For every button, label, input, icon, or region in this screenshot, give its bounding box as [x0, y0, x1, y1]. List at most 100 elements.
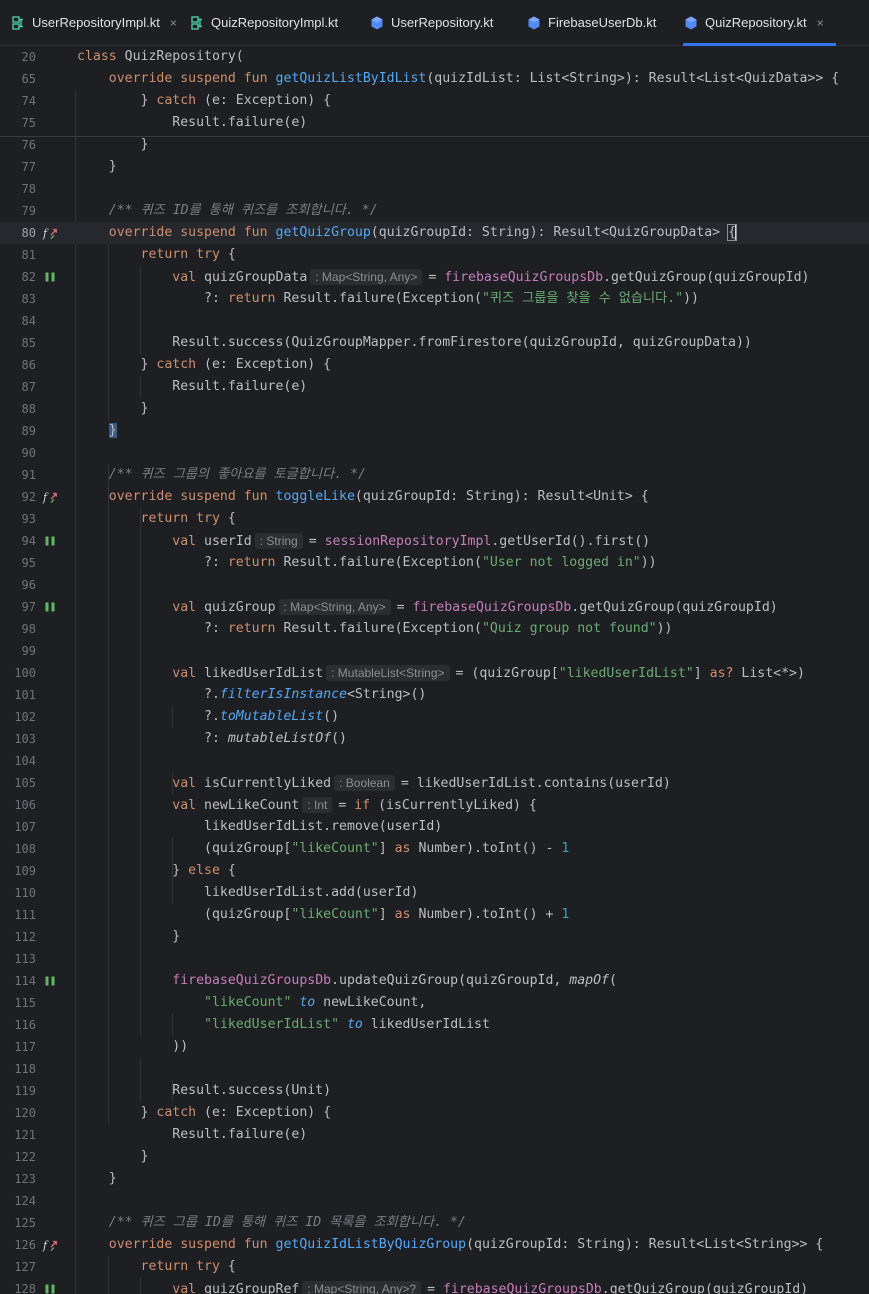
code-line-114[interactable]: 114 firebaseQuizGroupsDb.updateQuizGroup…: [0, 970, 869, 992]
code-line-118[interactable]: 118: [0, 1058, 869, 1080]
override-icon[interactable]: f: [42, 222, 58, 244]
code-line-76[interactable]: 76 }: [0, 134, 869, 156]
code-line-65[interactable]: 65 override suspend fun getQuizListByIdL…: [0, 68, 869, 90]
code-line-111[interactable]: 111 (quizGroup["likeCount"] as Number).t…: [0, 904, 869, 926]
code-token: "likedUserIdList": [558, 666, 694, 681]
line-number: 89: [21, 424, 36, 438]
code-line-89[interactable]: 89 }: [0, 420, 869, 442]
code-token: = (quizGroup[: [455, 666, 559, 681]
code-line-106[interactable]: 106 val newLikeCount: Int = if (isCurrent…: [0, 794, 869, 816]
code-line-91[interactable]: 91 /** 퀴즈 그룹의 좋아요를 토글합니다. */: [0, 464, 869, 486]
code-text: class QuizRepository(: [77, 46, 244, 68]
code-line-81[interactable]: 81 return try {: [0, 244, 869, 266]
code-line-107[interactable]: 107 likedUserIdList.remove(userId): [0, 816, 869, 838]
suspend-call-icon[interactable]: [42, 596, 58, 618]
code-line-100[interactable]: 100 val likedUserIdList: MutableList<Str…: [0, 662, 869, 684]
code-line-122[interactable]: 122 }: [0, 1146, 869, 1168]
code-line-109[interactable]: 109 } else {: [0, 860, 869, 882]
code-line-104[interactable]: 104: [0, 750, 869, 772]
code-text: override suspend fun getQuizGroup(quizGr…: [77, 222, 738, 244]
code-line-128[interactable]: 128 val quizGroupRef: Map<String, Any>? =…: [0, 1278, 869, 1294]
svg-text:f: f: [42, 227, 49, 240]
code-line-121[interactable]: 121 Result.failure(e): [0, 1124, 869, 1146]
code-token: {: [227, 863, 236, 878]
code-line-95[interactable]: 95 ?: return Result.failure(Exception("U…: [0, 552, 869, 574]
code-line-92[interactable]: 92 f override suspend fun toggleLike(quiz…: [0, 486, 869, 508]
override-icon[interactable]: f: [42, 1234, 58, 1256]
code-line-124[interactable]: 124: [0, 1190, 869, 1212]
line-number: 83: [21, 292, 36, 306]
code-line-127[interactable]: 127 return try {: [0, 1256, 869, 1278]
code-line-108[interactable]: 108 (quizGroup["likeCount"] as Number).t…: [0, 838, 869, 860]
code-line-93[interactable]: 93 return try {: [0, 508, 869, 530]
code-line-125[interactable]: 125 /** 퀴즈 그룹 ID를 통해 퀴즈 ID 목록을 조회합니다. */: [0, 1212, 869, 1234]
code-line-80[interactable]: 80 f override suspend fun getQuizGroup(qu…: [0, 222, 869, 244]
suspend-call-icon[interactable]: [42, 266, 58, 288]
code-text: ?: return Result.failure(Exception("Quiz…: [77, 618, 672, 640]
code-line-83[interactable]: 83 ?: return Result.failure(Exception("퀴…: [0, 288, 869, 310]
code-line-110[interactable]: 110 likedUserIdList.add(userId): [0, 882, 869, 904]
code-line-88[interactable]: 88 }: [0, 398, 869, 420]
gutter-cell: [42, 1036, 58, 1058]
code-line-113[interactable]: 113: [0, 948, 869, 970]
code-line-123[interactable]: 123 }: [0, 1168, 869, 1190]
code-line-87[interactable]: 87 Result.failure(e): [0, 376, 869, 398]
code-line-97[interactable]: 97 val quizGroup: Map<String, Any> = fire…: [0, 596, 869, 618]
code-token: as: [394, 907, 419, 922]
code-line-117[interactable]: 117 )): [0, 1036, 869, 1058]
code-line-105[interactable]: 105 val isCurrentlyLiked: Boolean = liked…: [0, 772, 869, 794]
code-line-120[interactable]: 120 } catch (e: Exception) {: [0, 1102, 869, 1124]
code-editor[interactable]: 20 class QuizRepository(65 override suspe…: [0, 46, 869, 1294]
code-line-78[interactable]: 78: [0, 178, 869, 200]
gutter-cell: [42, 1212, 58, 1234]
code-line-101[interactable]: 101 ?.filterIsInstance<String>(): [0, 684, 869, 706]
close-icon[interactable]: ×: [817, 16, 824, 30]
code-line-77[interactable]: 77 }: [0, 156, 869, 178]
code-line-102[interactable]: 102 ?.toMutableList(): [0, 706, 869, 728]
code-line-96[interactable]: 96: [0, 574, 869, 596]
code-line-84[interactable]: 84: [0, 310, 869, 332]
tab-quizrepository-kt[interactable]: QuizRepository.kt ×: [683, 0, 836, 46]
code-line-82[interactable]: 82 val quizGroupData: Map<String, Any> = …: [0, 266, 869, 288]
suspend-call-icon[interactable]: [42, 1278, 58, 1294]
code-line-115[interactable]: 115 "likeCount" to newLikeCount,: [0, 992, 869, 1014]
code-line-103[interactable]: 103 ?: mutableListOf(): [0, 728, 869, 750]
code-token: =: [338, 798, 355, 813]
code-text: Result.failure(e): [77, 112, 307, 134]
gutter-cell: [42, 948, 58, 970]
code-text: } catch (e: Exception) {: [77, 1102, 332, 1124]
code-token: if: [354, 798, 379, 813]
code-token: sessionRepositoryImpl: [324, 534, 492, 549]
suspend-call-icon[interactable]: [42, 530, 58, 552]
tab-userrepositoryimpl-kt[interactable]: UserRepositoryImpl.kt ×: [10, 0, 177, 45]
code-token: toMutableList: [219, 709, 324, 724]
code-text: }: [77, 1168, 117, 1190]
code-token: val: [172, 534, 205, 549]
code-line-99[interactable]: 99: [0, 640, 869, 662]
code-line-98[interactable]: 98 ?: return Result.failure(Exception("Q…: [0, 618, 869, 640]
close-icon[interactable]: ×: [170, 16, 177, 30]
code-line-79[interactable]: 79 /** 퀴즈 ID를 통해 퀴즈를 조회합니다. */: [0, 200, 869, 222]
code-line-119[interactable]: 119 Result.success(Unit): [0, 1080, 869, 1102]
code-line-86[interactable]: 86 } catch (e: Exception) {: [0, 354, 869, 376]
code-token: ?:: [77, 731, 228, 746]
code-line-112[interactable]: 112 }: [0, 926, 869, 948]
line-number: 97: [21, 600, 36, 614]
code-line-126[interactable]: 126 f override suspend fun getQuizIdListB…: [0, 1234, 869, 1256]
code-line-116[interactable]: 116 "likedUserIdList" to likedUserIdList: [0, 1014, 869, 1036]
override-icon[interactable]: f: [42, 486, 58, 508]
line-number: 102: [14, 710, 36, 724]
tab-userrepository-kt[interactable]: UserRepository.kt: [369, 0, 493, 45]
suspend-call-icon[interactable]: [42, 970, 58, 992]
code-line-20[interactable]: 20 class QuizRepository(: [0, 46, 869, 68]
tab-firebaseuserdb-kt[interactable]: FirebaseUserDb.kt: [526, 0, 656, 45]
code-line-75[interactable]: 75 Result.failure(e): [0, 112, 869, 134]
code-line-90[interactable]: 90: [0, 442, 869, 464]
tab-quizrepositoryimpl-kt[interactable]: QuizRepositoryImpl.kt: [189, 0, 338, 45]
code-line-74[interactable]: 74 } catch (e: Exception) {: [0, 90, 869, 112]
code-line-94[interactable]: 94 val userId: String = sessionRepository…: [0, 530, 869, 552]
code-line-85[interactable]: 85 Result.success(QuizGroupMapper.fromFi…: [0, 332, 869, 354]
